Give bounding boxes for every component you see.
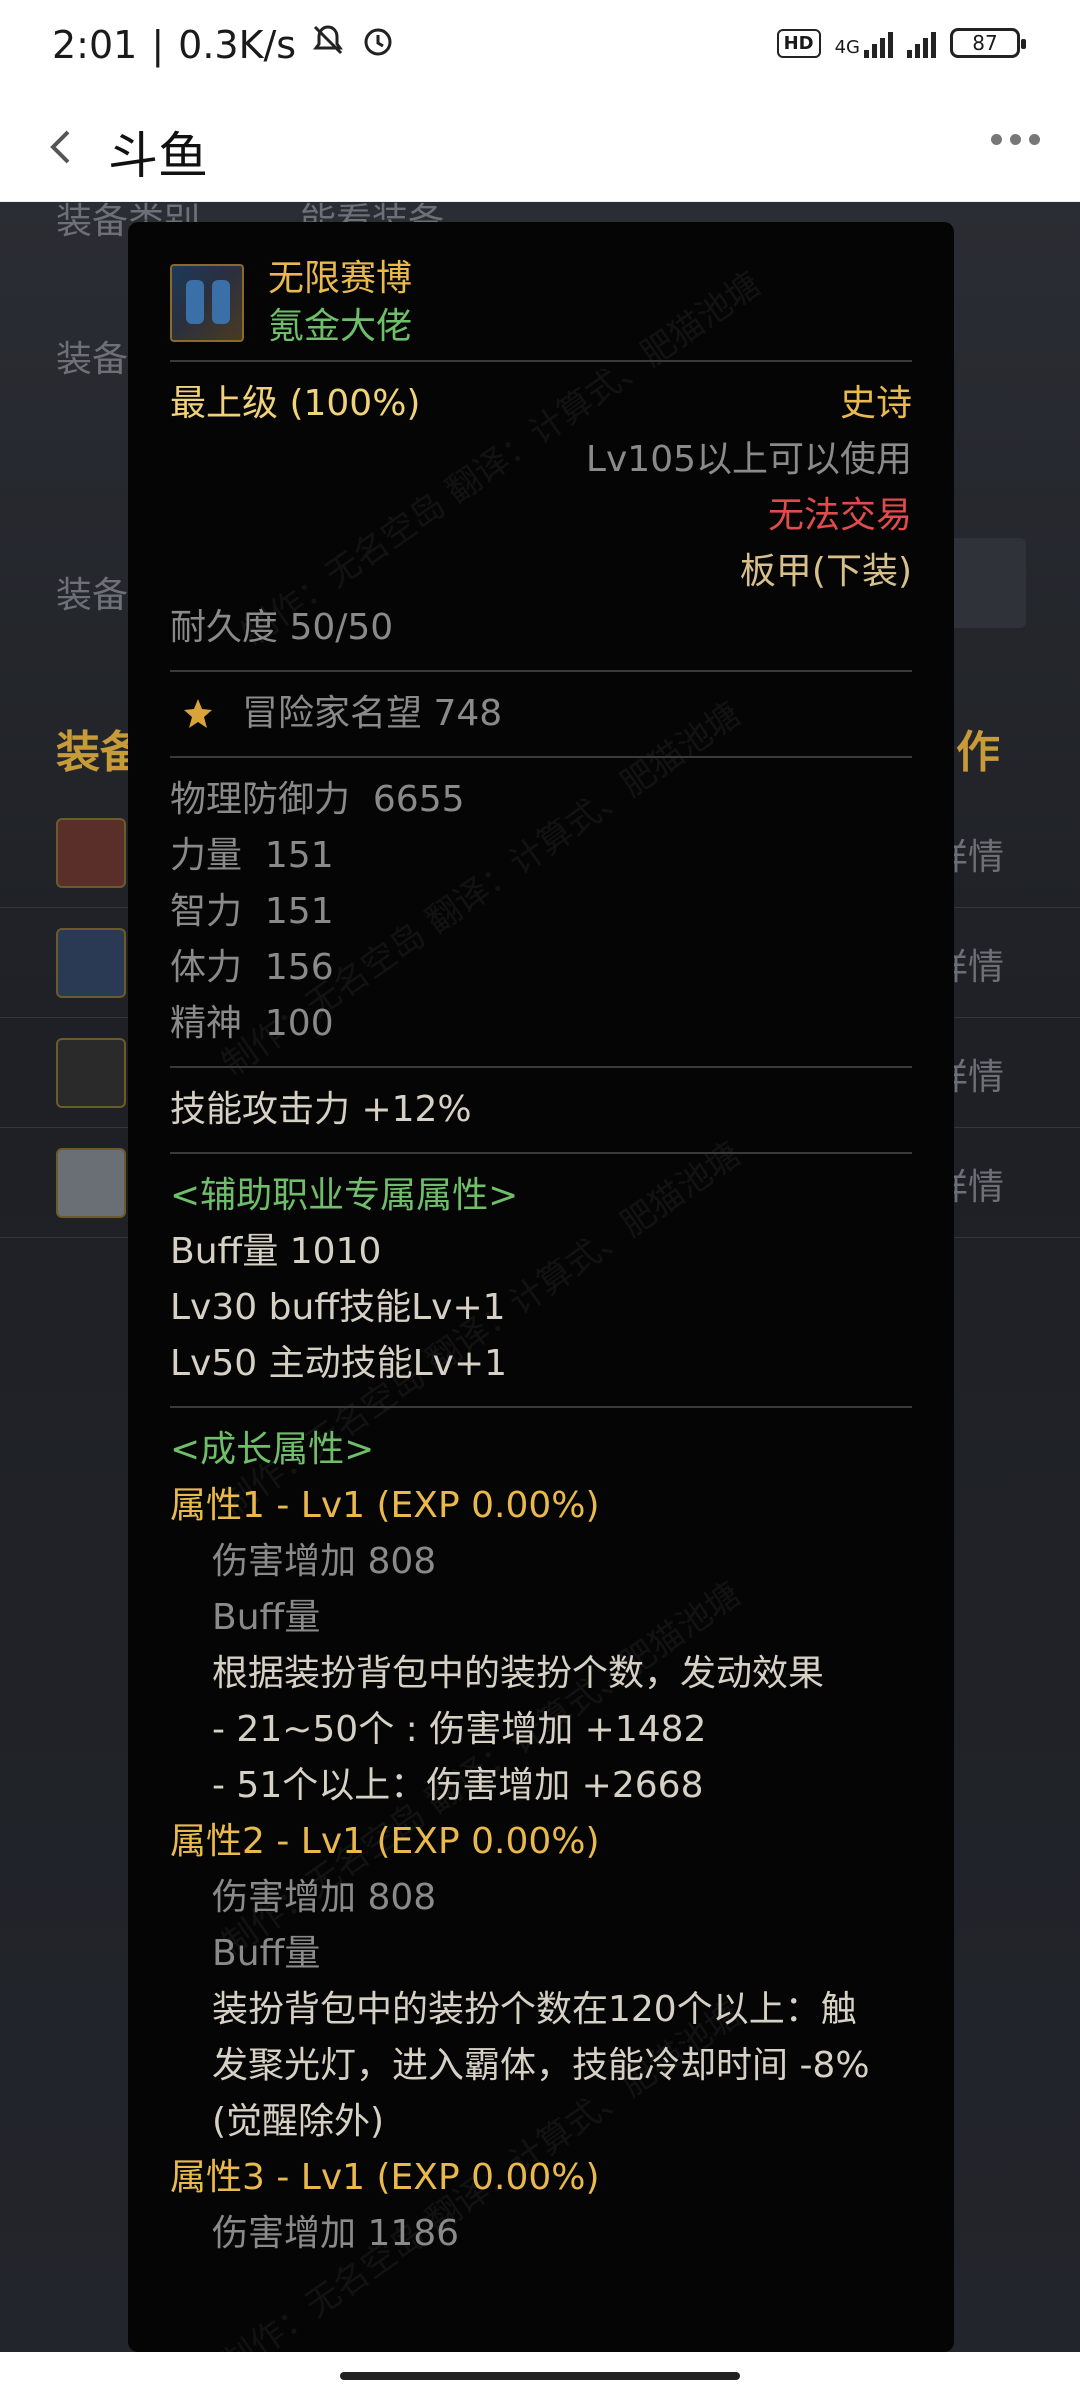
attr1-line: - 51个以上：伤害增加 +2668 — [212, 1765, 704, 1806]
bg-label-equip: 装备 — [56, 339, 129, 380]
bg-label-equip-2: 装备 — [56, 575, 129, 616]
stat-label: 智力 — [170, 891, 243, 932]
divider — [170, 670, 912, 672]
stat-row: 物理防御力 6655 — [170, 772, 912, 828]
attr2-title: 属性2 - Lv1 (EXP 0.00%) — [170, 1821, 600, 1862]
stat-row: 精神 100 — [170, 996, 912, 1052]
more-options-icon[interactable] — [991, 134, 1040, 145]
divider — [170, 360, 912, 362]
battery-icon: 87 — [950, 28, 1026, 58]
attr3-partial: 伤害增加 1186 — [212, 2213, 460, 2254]
signal-4g-icon: 4G — [835, 28, 893, 58]
skill-attack: 技能攻击力 +12% — [170, 1089, 472, 1130]
item-tooltip: 制作：无名空岛 翻译：计算式、肥猫池塘 制作：无名空岛 翻译：计算式、肥猫池塘 … — [128, 222, 954, 2352]
durability: 耐久度 50/50 — [170, 607, 394, 648]
hd-badge: HD — [776, 28, 821, 58]
reputation-icon — [178, 695, 218, 735]
attr2-line: (觉醒除外) — [212, 2101, 385, 2142]
net-type: 4G — [834, 37, 860, 58]
rarity: 史诗 — [839, 383, 912, 424]
stat-value: 6655 — [372, 779, 465, 820]
stat-label: 体力 — [170, 947, 243, 988]
divider — [170, 1152, 912, 1154]
tooltip-content: 无限赛博 氪金大佬 最上级 (100%) 史诗 Lv105以上可以使用 无法交易… — [170, 258, 912, 2262]
signal-icon — [907, 28, 936, 58]
app-bar: 斗鱼 — [0, 96, 1080, 202]
stat-value: 156 — [264, 947, 334, 988]
mute-bell-icon — [310, 22, 346, 67]
gesture-bar — [0, 2352, 1080, 2400]
divider — [170, 1066, 912, 1068]
divider — [170, 1406, 912, 1408]
attr1-buff: Buff量 — [212, 1597, 321, 1638]
stats-list: 物理防御力 6655 力量 151 智力 151 体力 156 精神 100 — [170, 772, 912, 1052]
item-icon — [56, 1038, 126, 1108]
attr3-title: 属性3 - Lv1 (EXP 0.00%) — [170, 2157, 600, 2198]
attr1-line: 根据装扮背包中的装扮个数，发动效果 — [212, 1653, 825, 1694]
status-bar: 2:01 | 0.3K/s HD 4G 87 — [0, 0, 1080, 96]
home-handle[interactable] — [340, 2372, 740, 2380]
status-left: 2:01 | 0.3K/s — [52, 22, 396, 67]
divider: | — [151, 22, 165, 67]
reputation: 冒险家名望 748 — [242, 693, 503, 734]
stat-value: 151 — [264, 835, 334, 876]
attr2-damage: 伤害增加 808 — [212, 1877, 437, 1918]
page-title: 斗鱼 — [108, 127, 208, 185]
stat-row: 力量 151 — [170, 828, 912, 884]
support-line: Lv30 buff技能Lv+1 — [170, 1287, 506, 1328]
item-icon — [56, 928, 126, 998]
item-header: 无限赛博 氪金大佬 — [170, 258, 912, 347]
item-names: 无限赛博 氪金大佬 — [268, 255, 412, 351]
stat-row: 体力 156 — [170, 940, 912, 996]
attr1-line: - 21~50个 : 伤害增加 +1482 — [212, 1709, 707, 1750]
grade: 最上级 (100%) — [170, 383, 421, 424]
attr2-line: 装扮背包中的装扮个数在120个以上：触 — [212, 1989, 857, 2030]
stat-value: 151 — [264, 891, 334, 932]
status-right: HD 4G 87 — [776, 28, 1026, 58]
support-line: Lv50 主动技能Lv+1 — [170, 1343, 508, 1384]
support-line: Buff量 1010 — [170, 1231, 382, 1272]
divider — [170, 756, 912, 758]
item-type: 板甲(下装) — [739, 551, 912, 592]
attr2-line: 发聚光灯，进入霸体，技能冷却时间 -8% — [212, 2045, 870, 2086]
back-arrow-icon[interactable] — [36, 122, 86, 172]
attr2-buff: Buff量 — [212, 1933, 321, 1974]
stat-label: 力量 — [170, 835, 243, 876]
stat-row: 智力 151 — [170, 884, 912, 940]
bg-section-head-right: 作 — [956, 727, 1000, 778]
item-name: 无限赛博 — [268, 258, 413, 299]
stat-value: 100 — [264, 1003, 334, 1044]
item-icon — [170, 264, 244, 342]
attr1-title: 属性1 - Lv1 (EXP 0.00%) — [170, 1485, 600, 1526]
item-icon — [56, 818, 126, 888]
grade-row: 最上级 (100%) 史诗 — [170, 376, 912, 432]
trade-restriction: 无法交易 — [767, 495, 912, 536]
growth-header: <成长属性> — [170, 1429, 375, 1470]
attr1-damage: 伤害增加 808 — [212, 1541, 437, 1582]
support-header: <辅助职业专属属性> — [170, 1175, 519, 1216]
battery-level: 87 — [972, 31, 998, 55]
net-speed: 0.3K/s — [178, 22, 297, 67]
item-subtitle: 氪金大佬 — [268, 306, 413, 347]
level-requirement: Lv105以上可以使用 — [585, 439, 912, 480]
alarm-icon — [360, 22, 396, 67]
reputation-row: 冒险家名望 748 — [170, 686, 912, 742]
stat-label: 物理防御力 — [170, 779, 351, 820]
item-icon — [56, 1148, 126, 1218]
clock: 2:01 — [52, 22, 138, 67]
stat-label: 精神 — [170, 1003, 243, 1044]
